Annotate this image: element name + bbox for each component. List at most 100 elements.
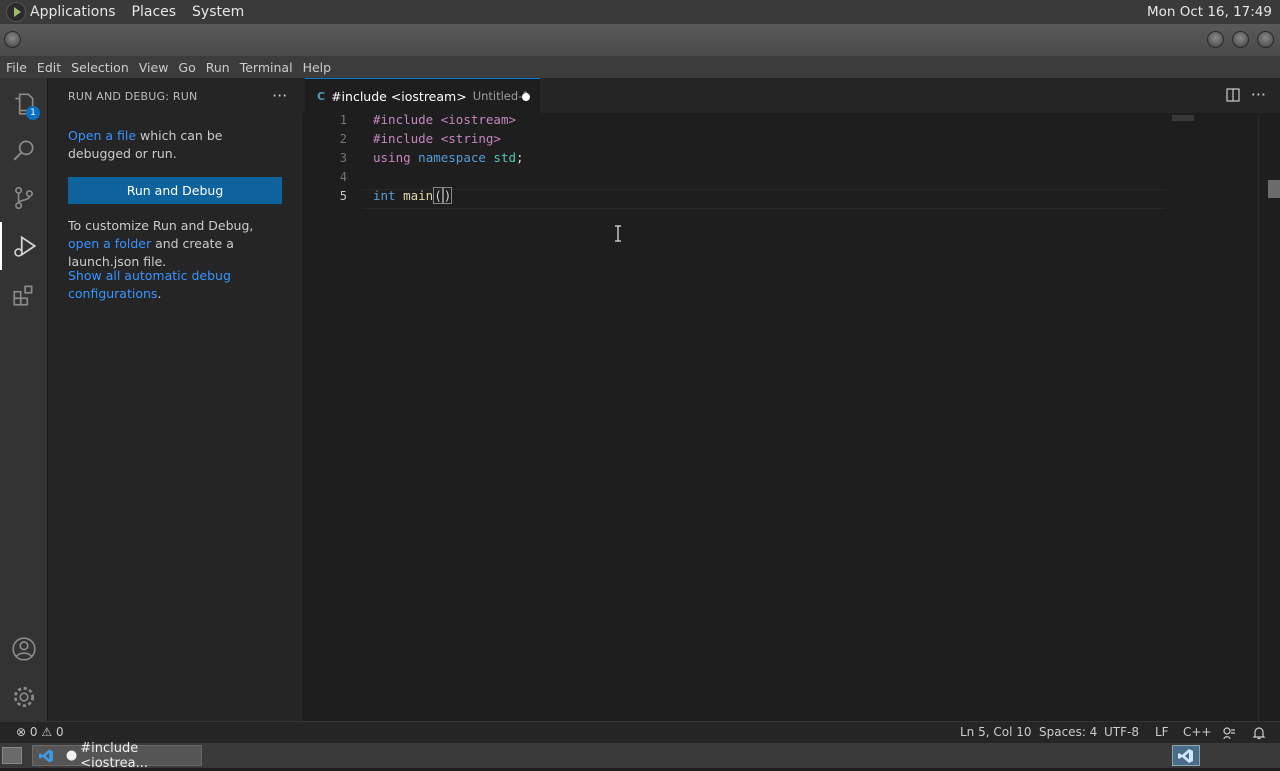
code-line-1[interactable]: #include <iostream> (373, 112, 516, 127)
activity-manage[interactable] (0, 673, 47, 721)
bracket-match: ) (442, 187, 453, 204)
explorer-badge: 1 (26, 106, 40, 120)
code-token: using (373, 150, 411, 165)
editor-area: C #include <iostream> Untitled-1 ··· 1 2… (302, 78, 1280, 721)
end-of-line[interactable]: LF (1155, 725, 1169, 739)
cpp-file-icon: C (317, 89, 326, 103)
warning-icon: ⚠ (41, 725, 53, 739)
line-number: 5 (339, 189, 347, 203)
error-count: 0 (29, 725, 38, 739)
maximize-button[interactable] (1232, 31, 1249, 48)
editor-scrollbar-thumb[interactable] (1268, 180, 1280, 198)
tray-vscode-icon[interactable] (1172, 745, 1200, 766)
vscode-tray-icon (1178, 748, 1193, 763)
line-number: 3 (339, 151, 347, 165)
code-line-2[interactable]: #include <string> (373, 131, 501, 146)
menu-go[interactable]: Go (178, 60, 195, 75)
code-token: <string> (433, 131, 501, 146)
problems-indicator[interactable]: ⊗ 0 ⚠ 0 (16, 725, 64, 739)
text-cursor-icon (615, 225, 621, 242)
taskbar-window-dot-icon: ● (65, 748, 78, 763)
system-menu-places[interactable]: Places (132, 4, 177, 20)
unsaved-dot-icon[interactable] (522, 93, 530, 101)
code-token: main (395, 188, 434, 203)
show-desktop-button[interactable] (2, 747, 22, 764)
run-and-debug-button[interactable]: Run and Debug (68, 177, 282, 204)
system-top-panel: Applications Places System Mon Oct 16, 1… (0, 0, 1280, 24)
encoding[interactable]: UTF-8 (1104, 725, 1139, 739)
split-editor-icon[interactable] (1226, 88, 1240, 102)
activity-search[interactable] (0, 126, 47, 174)
notifications-bell-icon[interactable] (1252, 726, 1266, 740)
open-file-link[interactable]: Open a file (68, 128, 136, 143)
indentation[interactable]: Spaces: 4 (1039, 725, 1097, 739)
activity-run-debug[interactable] (0, 222, 47, 270)
sidebar-title: RUN AND DEBUG: RUN (68, 90, 198, 103)
search-icon (13, 140, 34, 161)
minimize-button[interactable] (1207, 31, 1224, 48)
bracket-match: ( (433, 187, 443, 204)
source-control-icon (14, 186, 33, 210)
editor-scrollbar-track[interactable] (1258, 115, 1259, 721)
code-line-3[interactable]: using namespace std; (373, 150, 524, 165)
customize-prefix: To customize Run and Debug, (68, 218, 254, 233)
run-debug-icon (13, 235, 36, 257)
account-icon (11, 637, 36, 661)
line-number: 2 (339, 132, 347, 146)
error-icon: ⊗ (16, 725, 27, 739)
customize-text: To customize Run and Debug, open a folde… (68, 217, 286, 271)
code-token: namespace (410, 150, 486, 165)
taskbar-vscode-window[interactable]: ● #include <iostrea... (32, 741, 202, 771)
code-token: int (373, 188, 396, 203)
system-menu-applications[interactable]: Applications (30, 4, 116, 20)
show-configs-suffix: . (157, 286, 162, 301)
activity-source-control[interactable] (0, 174, 47, 222)
menu-run[interactable]: Run (206, 60, 230, 75)
code-token: #include (373, 112, 434, 127)
code-line-5[interactable]: int main() (373, 187, 453, 204)
editor-more-actions[interactable]: ··· (1251, 85, 1266, 104)
system-taskbar: ● #include <iostrea... (0, 741, 1280, 771)
gear-icon (13, 686, 34, 708)
system-logo-icon[interactable] (6, 2, 26, 22)
menu-file[interactable]: File (6, 60, 27, 75)
code-token: <iostream> (433, 112, 517, 127)
show-debug-configurations-link[interactable]: Show all automatic debug configurations (68, 268, 231, 301)
menu-selection[interactable]: Selection (71, 60, 129, 75)
activity-extensions[interactable] (0, 271, 47, 319)
vscode-app-icon (39, 748, 53, 763)
feedback-icon[interactable] (1222, 726, 1236, 740)
current-line-highlight (362, 189, 1166, 209)
window-title-bar[interactable] (0, 24, 1280, 56)
sidebar-more-actions[interactable]: ··· (272, 86, 287, 105)
show-configs-text: Show all automatic debug configurations. (68, 267, 286, 303)
code-token: std (485, 150, 517, 165)
line-number: 4 (339, 170, 347, 184)
window-menu-button[interactable] (4, 31, 21, 48)
open-file-text: Open a file which can be debugged or run… (68, 127, 286, 163)
run-debug-sidebar: RUN AND DEBUG: RUN ··· Open a file which… (47, 78, 302, 721)
extensions-icon (12, 285, 32, 306)
warning-count: 0 (55, 725, 64, 739)
taskbar-window-label: #include <iostrea... (80, 740, 148, 771)
menu-edit[interactable]: Edit (37, 60, 61, 75)
editor-tab-bar: C #include <iostream> Untitled-1 ··· (302, 78, 1280, 113)
code-token: ; (516, 150, 524, 165)
cursor-position[interactable]: Ln 5, Col 10 (960, 725, 1032, 739)
activity-accounts[interactable] (0, 625, 47, 673)
minimap[interactable] (1172, 115, 1194, 121)
activity-explorer[interactable]: 1 (0, 80, 47, 128)
line-number: 1 (339, 113, 347, 127)
system-clock[interactable]: Mon Oct 16, 17:49 (1147, 4, 1272, 20)
editor-tab-untitled-1[interactable]: C #include <iostream> Untitled-1 (305, 78, 540, 113)
tab-title: #include <iostream> (331, 88, 467, 104)
menu-help[interactable]: Help (303, 60, 332, 75)
menu-view[interactable]: View (139, 60, 169, 75)
system-menu-system[interactable]: System (192, 4, 244, 20)
code-token: #include (373, 131, 434, 146)
close-button[interactable] (1257, 31, 1274, 48)
language-mode[interactable]: C++ (1183, 725, 1212, 739)
menu-bar: File Edit Selection View Go Run Terminal… (0, 56, 1280, 78)
open-folder-link[interactable]: open a folder (68, 236, 151, 251)
menu-terminal[interactable]: Terminal (240, 60, 293, 75)
